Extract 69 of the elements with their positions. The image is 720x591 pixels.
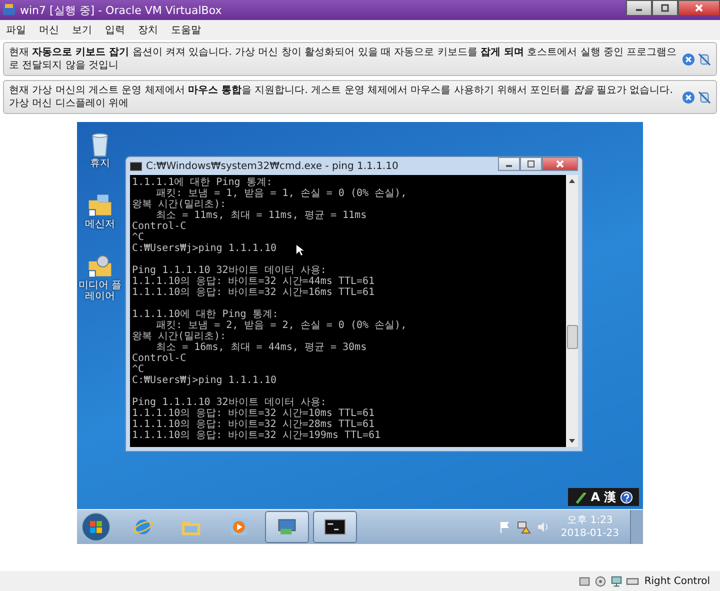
crossed-out-icon[interactable] (698, 90, 711, 104)
console-line: 1.1.1.1에 대한 Ping 통계: (132, 177, 272, 188)
maximize-icon (660, 3, 670, 13)
taskbar-button[interactable] (313, 511, 357, 543)
network-icon[interactable] (610, 574, 624, 588)
close-icon (694, 3, 704, 13)
console-line: Control-C (132, 221, 186, 232)
console-line: 1.1.1.10의 응답: 바이트=32 시간=199ms TTL=61 (132, 430, 381, 441)
host-key-label: Right Control (644, 576, 710, 586)
mouse-cursor-icon (295, 243, 305, 257)
console-line: ^C (132, 364, 144, 375)
maximize-button[interactable] (520, 157, 542, 171)
close-button[interactable] (678, 0, 720, 16)
maximize-button[interactable] (652, 0, 678, 16)
console-line: 최소 = 11ms, 최대 = 11ms, 평균 = 11ms (155, 210, 367, 221)
console-line: ^C (132, 232, 144, 243)
scrollbar-thumb[interactable] (566, 325, 578, 349)
crossed-out-icon[interactable] (698, 52, 711, 66)
optical-disc-icon[interactable] (594, 574, 608, 588)
notification-text: 현재 가상 머신의 게스트 운영 체제에서 마우스 통합을 지원합니다. 게스트 운영 체제에서 마우스를 사용하기 위해서 포인터를 잡을 필요가 없습니다. 가상 머신 디스플레이 위에 (9, 84, 674, 110)
console-line: 1.1.1.10의 응답: 바이트=32 시간=28ms TTL=61 (132, 419, 375, 430)
hanja-button[interactable]: 漢 (604, 488, 616, 506)
console-line: 패킷: 보냄 = 2, 받음 = 2, 손실 = 0 (0% 손실), (155, 320, 407, 331)
play-icon (228, 516, 250, 538)
console-title: C:₩Windows₩system32₩cmd.exe - ping 1.1.1.10 (146, 160, 400, 172)
console-line: 왕복 시간(밀리초): (132, 331, 226, 342)
start-button[interactable] (81, 512, 111, 542)
desktop-icon-label: 미디어 플레이어 (77, 280, 123, 302)
menu-item[interactable]: 보기 (72, 23, 92, 37)
console-line: 패킷: 보냄 = 1, 받음 = 1, 손실 = 0 (0% 손실), (155, 188, 407, 199)
console-line: Ping 1.1.1.10 32바이트 데이터 사용: (132, 397, 326, 408)
console-line: 왕복 시간(밀리초): (132, 199, 226, 210)
console-icon (130, 162, 142, 170)
console-icon (324, 516, 346, 538)
network-warning-icon[interactable] (516, 520, 531, 534)
desktop-icon-label: 휴지 (90, 158, 110, 169)
console-line: 최소 = 16ms, 최대 = 44ms, 평균 = 30ms (155, 342, 367, 353)
desktop-icon-label: 메신저 (85, 219, 115, 230)
clock-time: 오후 1:23 (567, 514, 613, 527)
close-icon (555, 160, 565, 168)
help-icon[interactable] (620, 490, 633, 504)
menu-item[interactable]: 파일 (6, 23, 26, 37)
minimize-button[interactable] (626, 0, 652, 16)
clock-date: 2018-01-23 (560, 527, 619, 540)
maximize-icon (526, 160, 536, 168)
input-mode-button[interactable]: A (590, 490, 600, 504)
scrollbar[interactable] (566, 175, 578, 447)
scroll-up-icon[interactable] (567, 177, 577, 185)
console-line: 1.1.1.10에 대한 Ping 통계: (132, 309, 278, 320)
menu-item[interactable]: 입력 (105, 23, 125, 37)
scroll-down-icon[interactable] (567, 437, 577, 445)
menu-item[interactable]: 도움말 (171, 23, 201, 37)
console-line: C:₩Users₩j>ping 1.1.1.10 (132, 375, 276, 386)
close-icon[interactable] (682, 52, 695, 66)
console-line: 1.1.1.10의 응답: 바이트=32 시간=10ms TTL=61 (132, 408, 375, 419)
pen-icon[interactable] (574, 490, 587, 504)
console-line: Control-C (132, 353, 186, 364)
notification-text: 현재 자동으로 키보드 잡기 옵션이 켜져 있습니다. 가상 머신 창이 활성화되어 있을 때 자동으로 키보드를 잡게 되며 호스트에서 실행 중인 프로그램으로 전달되지 않을 것입니 (9, 46, 678, 72)
minimize-button[interactable] (498, 157, 520, 171)
menu-item[interactable]: 장치 (138, 23, 158, 37)
console-line: Ping 1.1.1.10 32바이트 데이터 사용: (132, 265, 326, 276)
console-line: 1.1.1.10의 응답: 바이트=32 시간=44ms TTL=61 (132, 276, 375, 287)
console-line: C:₩Users₩j>ping 1.1.1.10 (132, 243, 276, 254)
console-line: 1.1.1.10의 응답: 바이트=32 시간=16ms TTL=61 (132, 287, 375, 298)
app-icon (2, 3, 16, 17)
close-button[interactable] (542, 157, 578, 171)
menu-item[interactable]: 머신 (39, 23, 59, 37)
close-icon[interactable] (682, 90, 695, 104)
window-title: win7 [실행 중] - Oracle VM VirtualBox (20, 2, 223, 18)
